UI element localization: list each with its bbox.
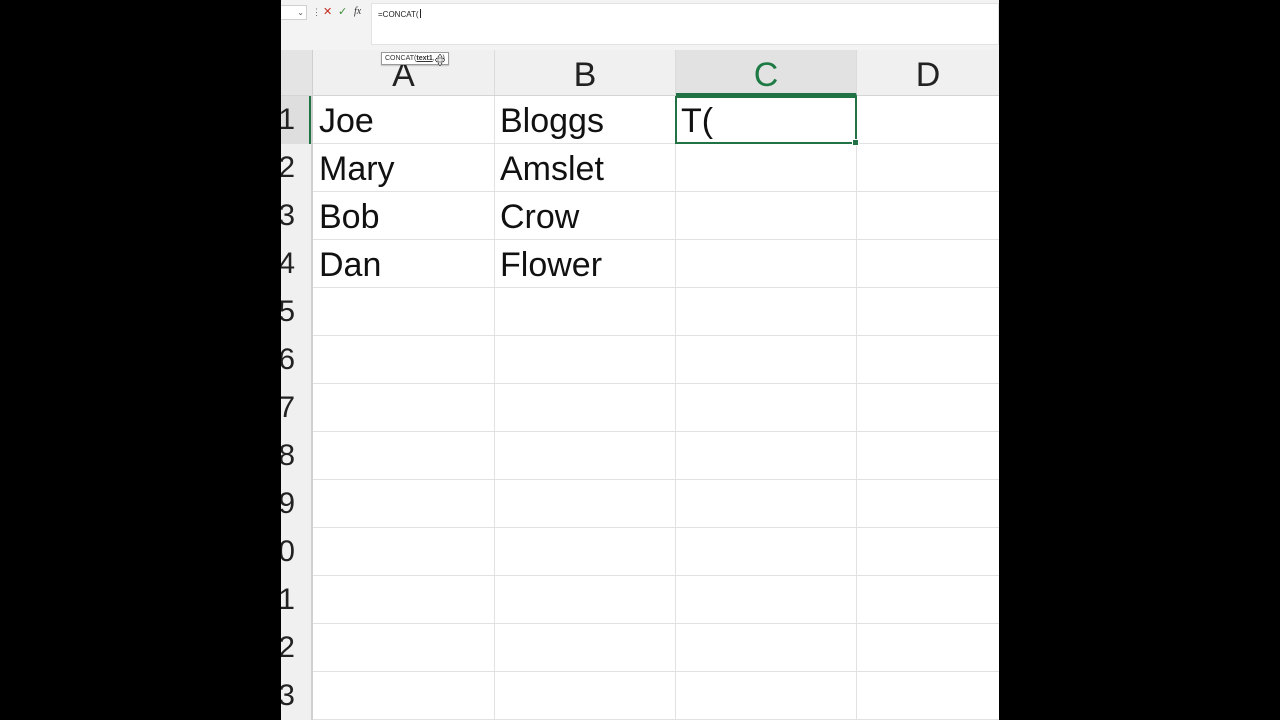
row-header-12[interactable]: 12: [281, 624, 295, 672]
row-header-3[interactable]: 3: [281, 192, 295, 240]
gridline: [313, 335, 999, 336]
gridline: [675, 96, 676, 720]
formula-bar: ⌄ ⋮ ✕ ✓ fx =CONCAT(: [281, 0, 999, 50]
cell-a1[interactable]: Joe: [313, 96, 494, 144]
excel-window: ⌄ ⋮ ✕ ✓ fx =CONCAT( A B C D 1 2 3 4 5 6 …: [281, 0, 999, 720]
gridline: [856, 96, 857, 720]
cell-b1[interactable]: Bloggs: [494, 96, 675, 144]
active-cell-border: [675, 96, 859, 146]
column-header-d[interactable]: D: [857, 50, 999, 95]
row-header-6[interactable]: 6: [281, 336, 295, 384]
fill-handle[interactable]: [852, 139, 859, 146]
vertical-ellipsis-icon[interactable]: ⋮: [312, 5, 321, 19]
cell-a4[interactable]: Dan: [313, 240, 494, 288]
gridline: [313, 479, 999, 480]
cell-a3[interactable]: Bob: [313, 192, 494, 240]
cell-b4[interactable]: Flower: [494, 240, 675, 288]
row-header-8[interactable]: 8: [281, 432, 295, 480]
column-header-c[interactable]: C: [676, 50, 857, 96]
gridline: [313, 431, 999, 432]
text-caret: [419, 9, 421, 18]
row-header-2[interactable]: 2: [281, 144, 295, 192]
cell-grid[interactable]: Joe Bloggs T( Mary Amslet Bob Crow Dan F…: [313, 96, 999, 720]
chevron-down-icon[interactable]: ⌄: [297, 7, 304, 19]
row-header-1[interactable]: 1: [281, 96, 295, 144]
row-header-9[interactable]: 9: [281, 480, 295, 528]
formula-input[interactable]: =CONCAT(: [371, 3, 999, 45]
row-header-10[interactable]: 10: [281, 528, 295, 576]
cell-a2[interactable]: Mary: [313, 144, 494, 192]
cancel-icon[interactable]: ✕: [323, 4, 332, 20]
row-header-11[interactable]: 11: [281, 576, 295, 624]
row-header-13[interactable]: 13: [281, 672, 295, 720]
row-header-4[interactable]: 4: [281, 240, 295, 288]
name-box[interactable]: ⌄: [281, 5, 307, 20]
row-headers: 1 2 3 4 5 6 7 8 9 10 11 12 13: [281, 96, 313, 720]
gridline: [313, 623, 999, 624]
gridline: [313, 383, 999, 384]
cell-b2[interactable]: Amslet: [494, 144, 675, 192]
gridline: [313, 671, 999, 672]
insert-function-icon[interactable]: fx: [354, 4, 361, 20]
tooltip-current-argument: text1: [416, 55, 433, 62]
cell-b3[interactable]: Crow: [494, 192, 675, 240]
row-header-5[interactable]: 5: [281, 288, 295, 336]
tooltip-function: CONCAT(: [385, 55, 417, 62]
gridline: [313, 527, 999, 528]
formula-text: =CONCAT(: [378, 10, 419, 19]
row-header-7[interactable]: 7: [281, 384, 295, 432]
column-header-b[interactable]: B: [495, 50, 676, 95]
enter-icon[interactable]: ✓: [338, 4, 347, 20]
move-cursor-icon: [435, 54, 445, 66]
select-all-corner[interactable]: [281, 50, 313, 95]
gridline: [313, 575, 999, 576]
